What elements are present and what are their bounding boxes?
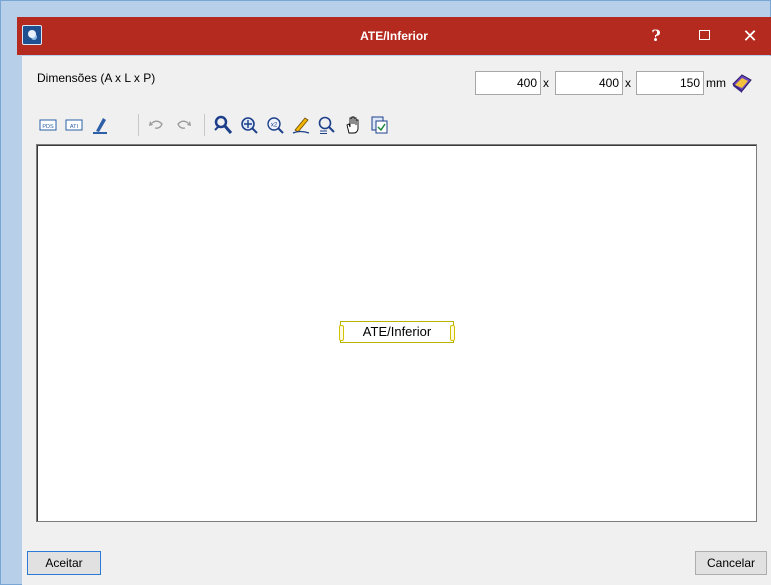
pan-button[interactable] [342, 114, 364, 136]
maximize-button[interactable] [684, 17, 724, 55]
pan-hand-icon [346, 116, 359, 134]
edit-button[interactable] [89, 114, 111, 136]
canvas-element-label[interactable]: ATE/Inferior [339, 321, 455, 343]
redo-icon [177, 120, 191, 129]
copy-view-button[interactable] [368, 114, 390, 136]
copy-view-icon [371, 116, 388, 134]
zoom-previous-button[interactable] [316, 114, 338, 136]
toolbar-separator [204, 114, 205, 136]
dimension-a-input[interactable] [475, 71, 541, 95]
dimension-separator: x [543, 76, 549, 90]
zoom-x2-icon: x2 [267, 117, 284, 134]
redo-button[interactable] [172, 114, 194, 136]
zoom-window-button[interactable] [238, 114, 260, 136]
dimension-l-input[interactable] [555, 71, 623, 95]
zoom-extents-button[interactable] [212, 114, 234, 136]
ati-import-button[interactable]: ATI [63, 114, 85, 136]
maximize-icon [698, 29, 710, 40]
dimension-separator: x [625, 76, 631, 90]
undo-button[interactable] [146, 114, 168, 136]
zoom-window-icon [241, 117, 258, 134]
dimensions-label: Dimensões (A x L x P) [37, 71, 156, 85]
library-book-button[interactable] [730, 72, 754, 94]
close-button[interactable]: ✕ [730, 17, 770, 55]
toolbar-separator [138, 114, 139, 136]
ati-icon-text: ATI [70, 124, 79, 130]
book-icon [732, 74, 752, 93]
undo-icon [149, 120, 163, 129]
draw-pen-button[interactable] [290, 114, 312, 136]
pds-import-button[interactable]: PDS [37, 114, 59, 136]
pds-import-icon: PDS [39, 119, 57, 131]
edit-icon [93, 118, 107, 134]
ati-import-icon: ATI [65, 119, 83, 131]
draw-pen-icon [292, 117, 310, 134]
zoom-x2-button[interactable]: x2 [264, 114, 286, 136]
zoom-x2-text: x2 [271, 123, 278, 129]
pds-icon-text: PDS [42, 124, 54, 130]
dimension-p-input[interactable] [636, 71, 704, 95]
cancel-button[interactable]: Cancelar [695, 551, 767, 575]
help-button[interactable]: ? [636, 17, 676, 55]
app-icon [22, 25, 42, 45]
zoom-extents-icon [214, 115, 233, 134]
zoom-previous-icon [318, 116, 335, 134]
dimension-unit: mm [706, 76, 726, 90]
accept-button[interactable]: Aceitar [27, 551, 101, 575]
